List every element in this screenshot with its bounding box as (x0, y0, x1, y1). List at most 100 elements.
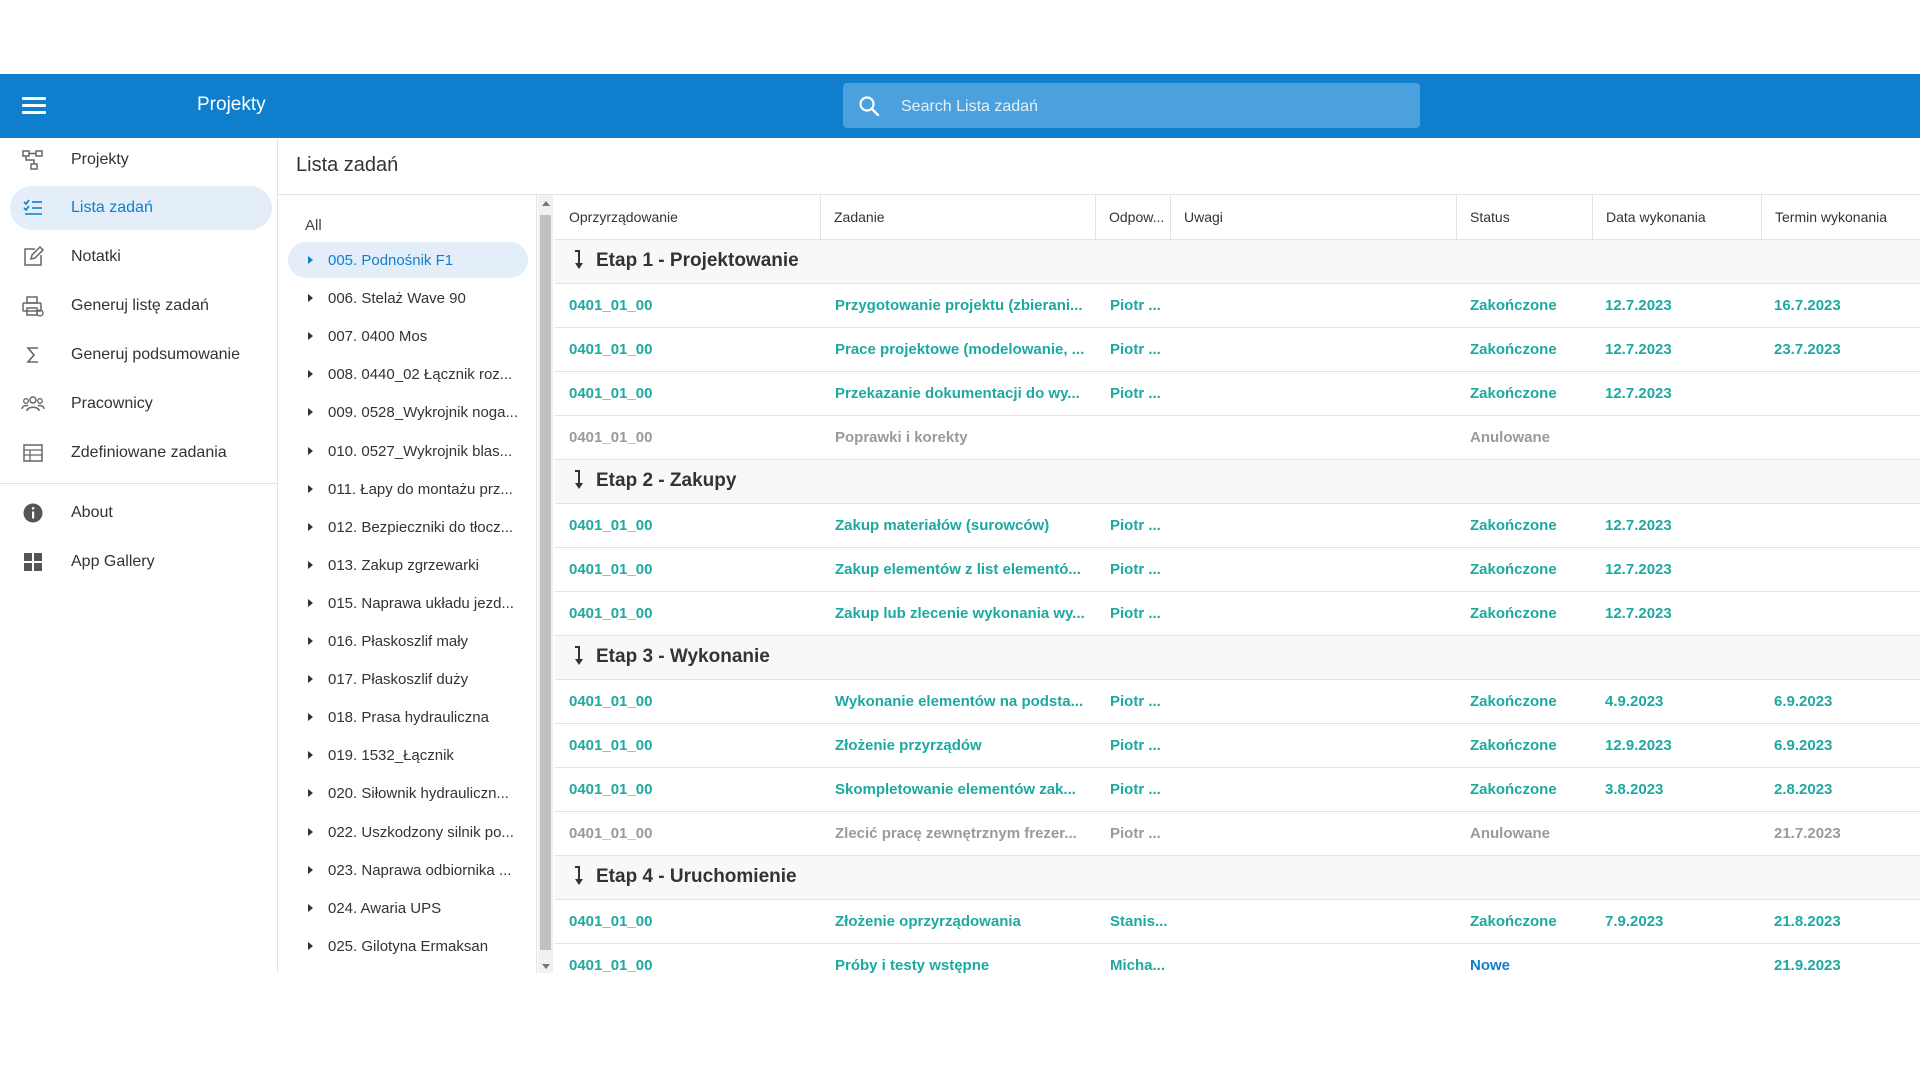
expand-caret-icon[interactable] (308, 256, 313, 264)
sidebar-item-pracownicy[interactable]: Pracownicy (10, 382, 272, 426)
column-header-termin-wykonania[interactable]: Termin wykonania (1761, 195, 1920, 239)
project-list-item[interactable]: 009. 0528_Wykrojnik noga... (288, 394, 528, 430)
column-header-status[interactable]: Status (1456, 195, 1593, 239)
group-title: Etap 4 - Uruchomienie (596, 866, 797, 887)
project-list-item[interactable]: 005. Podnośnik F1 (288, 242, 528, 278)
table-row[interactable]: 0401_01_00 Zakup materiałów (surowców) Pio… (555, 504, 1920, 548)
column-header-zadanie[interactable]: Zadanie (820, 195, 1096, 239)
sidebar-item-notatki[interactable]: Notatki (10, 235, 272, 279)
table-row[interactable]: 0401_01_00 Zakup elementów z list element… (555, 548, 1920, 592)
project-list-item[interactable]: 023. Naprawa odbiornika ... (288, 852, 528, 888)
column-header-odpowiedzialny[interactable]: Odpow... (1095, 195, 1171, 239)
group-collapse-arrow-icon[interactable] (573, 646, 583, 666)
sidebar-item-zdefiniowane[interactable]: Zdefiniowane zadania (10, 431, 272, 475)
project-list-item[interactable]: 016. Płaskoszlif mały (288, 623, 528, 659)
expand-caret-icon[interactable] (308, 560, 313, 569)
expand-caret-icon[interactable] (308, 713, 313, 722)
expand-caret-icon[interactable] (308, 294, 313, 303)
tool-code-cell: 0401_01_00 (569, 605, 653, 622)
project-list-item[interactable]: 020. Siłownik hydrauliczn... (288, 775, 528, 811)
expand-caret-icon[interactable] (308, 865, 313, 874)
project-list-item[interactable]: 012. Bezpieczniki do tłocz... (288, 509, 528, 545)
project-list-item[interactable]: 011. Łapy do montażu prz... (288, 471, 528, 507)
sigma-icon (26, 347, 38, 363)
group-collapse-arrow-icon[interactable] (573, 250, 583, 270)
project-list-item[interactable]: 018. Prasa hydrauliczna (288, 699, 528, 735)
expand-caret-icon[interactable] (308, 827, 313, 836)
table-row[interactable]: 0401_01_00 Zlecić pracę zewnętrznym freze… (555, 812, 1920, 856)
expand-caret-icon[interactable] (308, 370, 313, 379)
table-row[interactable]: 0401_01_00 Poprawki i korekty Anulowane (555, 416, 1920, 460)
table-row[interactable]: 0401_01_00 Wykonanie elementów na podsta.… (555, 680, 1920, 724)
project-list-item[interactable]: 007. 0400 Mos (288, 318, 528, 354)
search-input[interactable] (899, 83, 1403, 130)
status-cell: Zakończone (1470, 341, 1557, 358)
project-list-item[interactable]: 015. Naprawa układu jezd... (288, 585, 528, 621)
expand-caret-icon[interactable] (308, 903, 313, 912)
project-list-item[interactable]: 017. Płaskoszlif duży (288, 661, 528, 697)
group-header[interactable]: Etap 2 - Zakupy (555, 460, 1920, 504)
table-row[interactable]: 0401_01_00 Skompletowanie elementów zak..… (555, 768, 1920, 812)
tool-code-cell: 0401_01_00 (569, 825, 653, 842)
scroll-up-arrow-icon[interactable] (542, 201, 550, 206)
expand-caret-icon[interactable] (308, 941, 313, 950)
project-list-item[interactable]: 008. 0440_02 Łącznik roz... (288, 356, 528, 392)
group-collapse-arrow-icon[interactable] (573, 470, 583, 490)
completion-date-cell: 7.9.2023 (1605, 913, 1664, 930)
table-row[interactable]: 0401_01_00 Próby i testy wstępne Micha... N… (555, 944, 1920, 973)
project-list-scrollbar[interactable] (538, 195, 553, 973)
column-header-oprzyrzadowanie[interactable]: Oprzyrządowanie (555, 195, 821, 239)
scroll-down-arrow-icon[interactable] (542, 964, 550, 969)
deadline-cell: 6.9.2023 (1774, 693, 1833, 710)
expand-caret-icon[interactable] (308, 522, 313, 531)
menu-icon[interactable] (22, 94, 46, 118)
group-collapse-arrow-icon[interactable] (573, 866, 583, 886)
group-header[interactable]: Etap 1 - Projektowanie (555, 240, 1920, 284)
expand-caret-icon[interactable] (308, 789, 313, 798)
sidebar-item-app-gallery[interactable]: App Gallery (10, 540, 272, 584)
expand-caret-icon[interactable] (308, 484, 313, 493)
table-row[interactable]: 0401_01_00 Zakup lub zlecenie wykonania w… (555, 592, 1920, 636)
expand-caret-icon[interactable] (308, 408, 313, 417)
expand-caret-icon[interactable] (308, 637, 313, 645)
expand-caret-icon[interactable] (308, 751, 313, 760)
project-list-item[interactable]: 022. Uszkodzony silnik po... (288, 814, 528, 850)
project-list-item[interactable]: 024. Awaria UPS (288, 890, 528, 926)
sidebar-item-label: Generuj podsumowanie (71, 346, 240, 363)
project-list: All 005. Podnośnik F1 006. Stelaż Wave 90… (278, 195, 537, 973)
project-list-item[interactable]: 013. Zakup zgrzewarki (288, 547, 528, 583)
group-header[interactable]: Etap 4 - Uruchomienie (555, 856, 1920, 900)
expand-caret-icon[interactable] (308, 598, 313, 607)
project-name: 016. Płaskoszlif mały (328, 633, 469, 650)
project-filter-all[interactable]: All (305, 217, 322, 234)
sidebar-item-generuj-podsumowanie[interactable]: Generuj podsumowanie (10, 333, 272, 377)
expand-caret-icon[interactable] (308, 675, 313, 684)
tool-code-cell: 0401_01_00 (569, 341, 653, 358)
sidebar-item-lista-zadan[interactable]: Lista zadań (10, 186, 272, 230)
project-list-item[interactable]: 006. Stelaż Wave 90 (288, 280, 528, 316)
project-list-item[interactable]: 025. Gilotyna Ermaksan (288, 928, 528, 964)
sidebar-item-generuj-liste[interactable]: Generuj listę zadań (10, 284, 272, 328)
column-header-data-wykonania[interactable]: Data wykonania (1592, 195, 1762, 239)
table-icon (23, 444, 43, 462)
column-header-uwagi[interactable]: Uwagi (1170, 195, 1457, 239)
table-row[interactable]: 0401_01_00 Złożenie przyrządów Piotr ... Za… (555, 724, 1920, 768)
sidebar-item-about[interactable]: About (10, 491, 272, 535)
project-name: 010. 0527_Wykrojnik blas... (328, 442, 513, 460)
group-header[interactable]: Etap 3 - Wykonanie (555, 636, 1920, 680)
expand-caret-icon[interactable] (308, 446, 313, 455)
project-list-item[interactable]: 010. 0527_Wykrojnik blas... (288, 433, 528, 469)
completion-date-cell: 12.9.2023 (1605, 737, 1672, 754)
status-cell: Zakończone (1470, 737, 1557, 754)
responsible-cell: Piotr ... (1110, 825, 1161, 842)
table-row[interactable]: 0401_01_00 Złożenie oprzyrządowania Stanis… (555, 900, 1920, 944)
sidebar-item-projekty[interactable]: Projekty (10, 138, 272, 182)
table-row[interactable]: 0401_01_00 Prace projektowe (modelowanie,… (555, 328, 1920, 372)
scrollbar-thumb[interactable] (540, 215, 551, 950)
expand-caret-icon[interactable] (308, 332, 313, 341)
task-name-cell: Przygotowanie projektu (zbierani... (835, 297, 1083, 314)
table-row[interactable]: 0401_01_00 Przygotowanie projektu (zbiera… (555, 284, 1920, 328)
project-list-item[interactable]: 019. 1532_Łącznik (288, 737, 528, 773)
table-row[interactable]: 0401_01_00 Przekazanie dokumentacji do wy… (555, 372, 1920, 416)
search-box[interactable] (843, 83, 1420, 130)
